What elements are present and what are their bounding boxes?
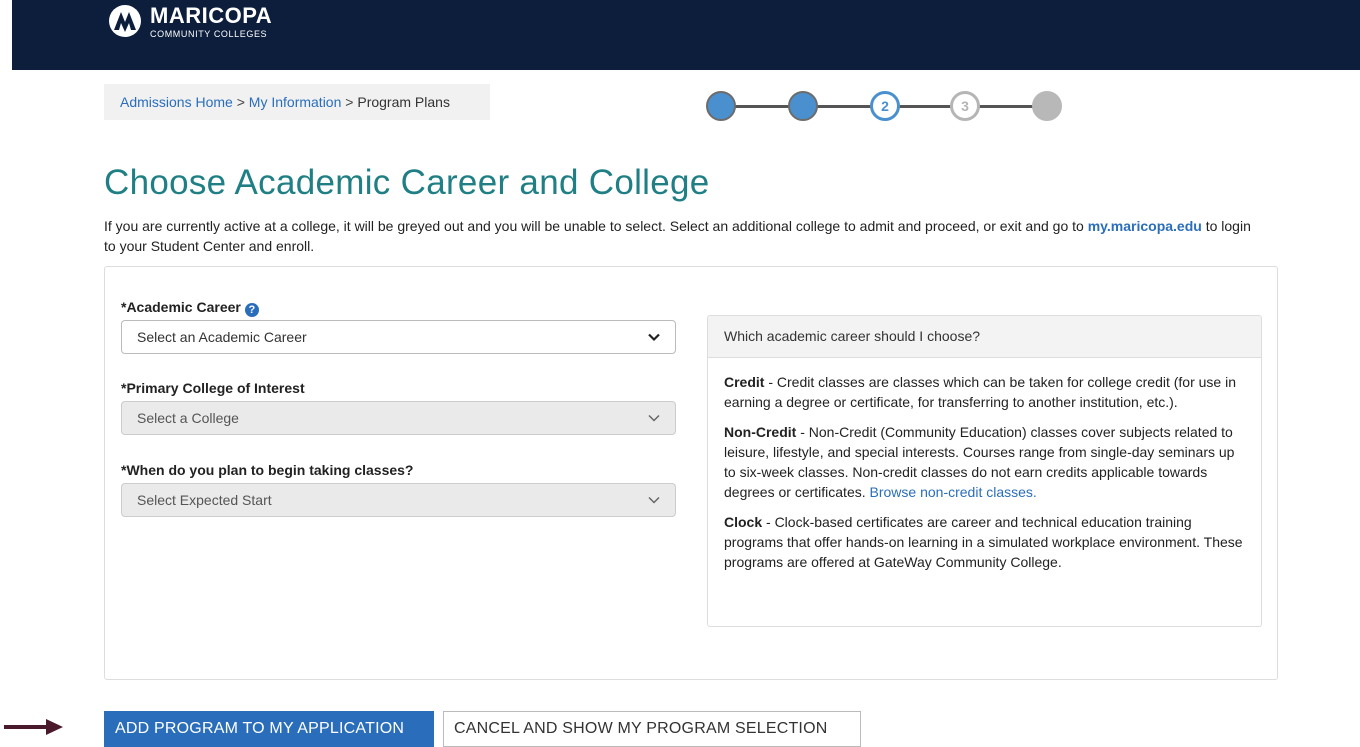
arrow-right-icon — [4, 719, 63, 735]
intro-body: If you are currently active at a college… — [104, 218, 1084, 234]
breadcrumb-separator: > — [236, 94, 249, 110]
logo-name: MARICOPA — [150, 3, 273, 28]
credit-term: Credit — [724, 374, 765, 390]
academic-career-select[interactable]: Select an Academic Career — [121, 320, 676, 354]
noncredit-description: Non-Credit - Non-Credit (Community Educa… — [724, 422, 1245, 502]
breadcrumb-admissions-home[interactable]: Admissions Home — [120, 94, 233, 110]
academic-career-label: *Academic Career? — [121, 299, 259, 317]
start-value: Select Expected Start — [137, 492, 272, 508]
maricopa-logo[interactable]: MARICOPA COMMUNITY COLLEGES — [108, 4, 272, 39]
breadcrumb-my-information[interactable]: My Information — [249, 94, 342, 110]
college-select[interactable]: Select a College — [121, 401, 676, 435]
step-next: 3 — [950, 91, 980, 121]
clock-description: Clock - Clock-based certificates are car… — [724, 512, 1245, 572]
step-1-done — [706, 91, 736, 121]
noncredit-term: Non-Credit — [724, 424, 797, 440]
form-panel: *Academic Career? Select an Academic Car… — [104, 266, 1278, 680]
page-title: Choose Academic Career and College — [104, 163, 710, 202]
step-2-done — [788, 91, 818, 121]
start-label: *When do you plan to begin taking classe… — [121, 462, 414, 478]
college-value: Select a College — [137, 410, 239, 426]
cancel-show-selection-button[interactable]: CANCEL AND SHOW MY PROGRAM SELECTION — [443, 711, 861, 747]
intro-text: If you are currently active at a college… — [104, 216, 1264, 256]
clock-text: - Clock-based certificates are career an… — [724, 514, 1243, 570]
credit-text: - Credit classes are classes which can b… — [724, 374, 1236, 410]
step-future — [1032, 91, 1062, 121]
step-current: 2 — [870, 91, 900, 121]
credit-description: Credit - Credit classes are classes whic… — [724, 372, 1245, 412]
career-info-heading: Which academic career should I choose? — [708, 316, 1261, 358]
chevron-down-icon — [648, 414, 660, 422]
career-info-body: Credit - Credit classes are classes whic… — [708, 358, 1261, 572]
breadcrumb-separator: > — [345, 94, 358, 110]
question-circle-icon[interactable]: ? — [244, 303, 259, 317]
add-program-button[interactable]: ADD PROGRAM TO MY APPLICATION — [104, 711, 434, 747]
breadcrumb-current: Program Plans — [357, 94, 450, 110]
clock-term: Clock — [724, 514, 763, 530]
chevron-down-icon — [648, 496, 660, 504]
academic-career-label-text: *Academic Career — [121, 299, 241, 315]
college-label: *Primary College of Interest — [121, 380, 305, 396]
academic-career-value: Select an Academic Career — [137, 329, 307, 345]
site-header: MARICOPA COMMUNITY COLLEGES — [12, 0, 1360, 70]
chevron-down-icon — [648, 333, 660, 342]
start-select[interactable]: Select Expected Start — [121, 483, 676, 517]
browse-noncredit-link[interactable]: Browse non-credit classes. — [870, 484, 1037, 500]
breadcrumb: Admissions Home > My Information > Progr… — [104, 84, 490, 120]
progress-stepper: 2 3 — [706, 90, 1066, 122]
career-info-box: Which academic career should I choose? C… — [707, 315, 1262, 627]
logo-subtitle: COMMUNITY COLLEGES — [150, 29, 268, 39]
my-maricopa-link[interactable]: my.maricopa.edu — [1088, 218, 1202, 234]
maricopa-logo-icon — [109, 5, 141, 37]
